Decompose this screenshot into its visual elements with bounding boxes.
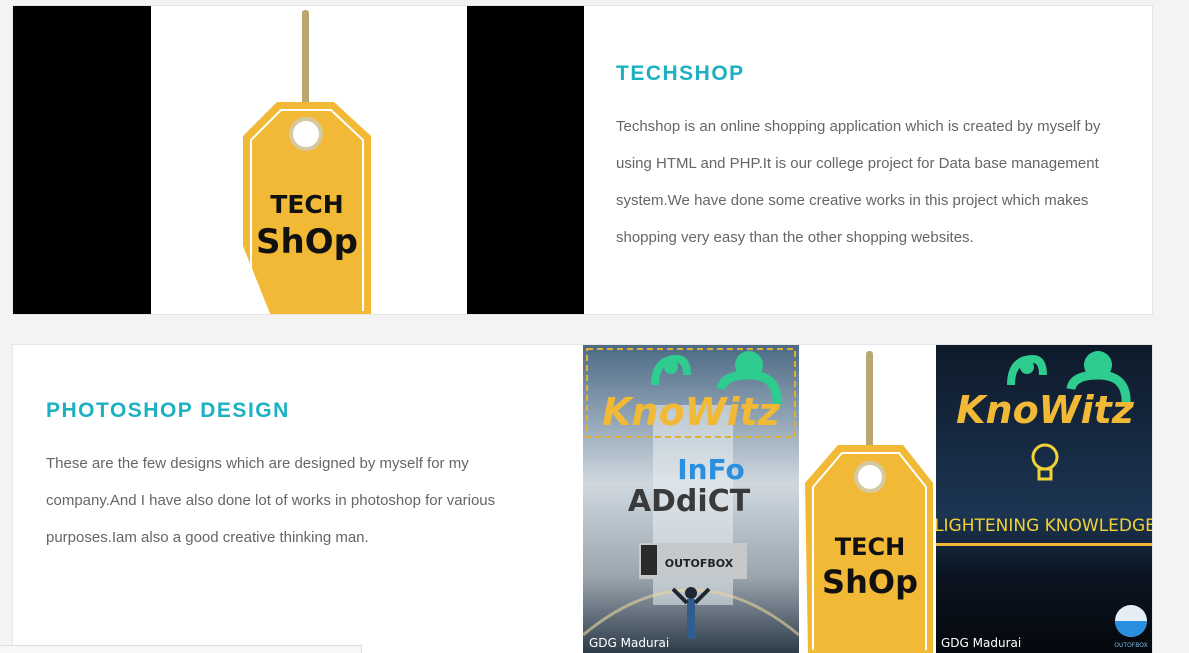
posters-collage: KnoWitz InFo ADdiCT OUTOFBOX GDG Madurai xyxy=(582,345,1153,653)
poster1-brand: KnoWitz xyxy=(602,390,781,434)
poster3-brand: KnoWitz xyxy=(956,388,1135,432)
tag-text-line1: TECH xyxy=(270,190,343,219)
poster1-headline1: InFo xyxy=(677,453,745,486)
project-title: TECHSHOP xyxy=(616,62,745,85)
poster3-badge: OUTOFBOX xyxy=(1114,642,1147,649)
poster-lightening-knowledge: KnoWitz LIGHTENING KNOWLEDGE OUTOFBOX GD… xyxy=(934,345,1153,653)
poster2-line1: TECH xyxy=(835,533,905,561)
project-title: PHOTOSHOP DESIGN xyxy=(46,399,290,422)
poster2-line2: ShOp xyxy=(822,563,918,601)
tag-hole xyxy=(289,117,323,151)
poster1-badge: OUTOFBOX xyxy=(665,557,734,570)
poster3-tagline: LIGHTENING KNOWLEDGE xyxy=(934,516,1153,536)
project-card-techshop: TECH ShOp TECHSHOP Techshop is an online… xyxy=(12,5,1153,315)
tag-illustration: TECH ShOp xyxy=(243,10,371,314)
poster1-footer: GDG Madurai xyxy=(589,636,669,650)
poster3-footer: GDG Madurai xyxy=(941,636,1021,650)
poster-techshop: TECH ShOp xyxy=(799,345,936,653)
techshop-text: TECHSHOP Techshop is an online shopping … xyxy=(616,62,1116,256)
poster1-headline2: ADdiCT xyxy=(628,484,751,519)
techshop-image[interactable]: TECH ShOp xyxy=(13,6,584,314)
photoshop-images[interactable]: KnoWitz InFo ADdiCT OUTOFBOX GDG Madurai xyxy=(582,345,1153,653)
project-card-photoshop: PHOTOSHOP DESIGN These are the few desig… xyxy=(12,344,1153,653)
browser-status-bar xyxy=(0,645,362,653)
photoshop-text: PHOTOSHOP DESIGN These are the few desig… xyxy=(46,399,526,556)
project-description: These are the few designs which are desi… xyxy=(46,455,496,546)
tag-text-line2: ShOp xyxy=(256,222,358,262)
poster-info-addict: KnoWitz InFo ADdiCT OUTOFBOX GDG Madurai xyxy=(582,345,800,653)
project-description: Techshop is an online shopping applicati… xyxy=(616,118,1101,246)
